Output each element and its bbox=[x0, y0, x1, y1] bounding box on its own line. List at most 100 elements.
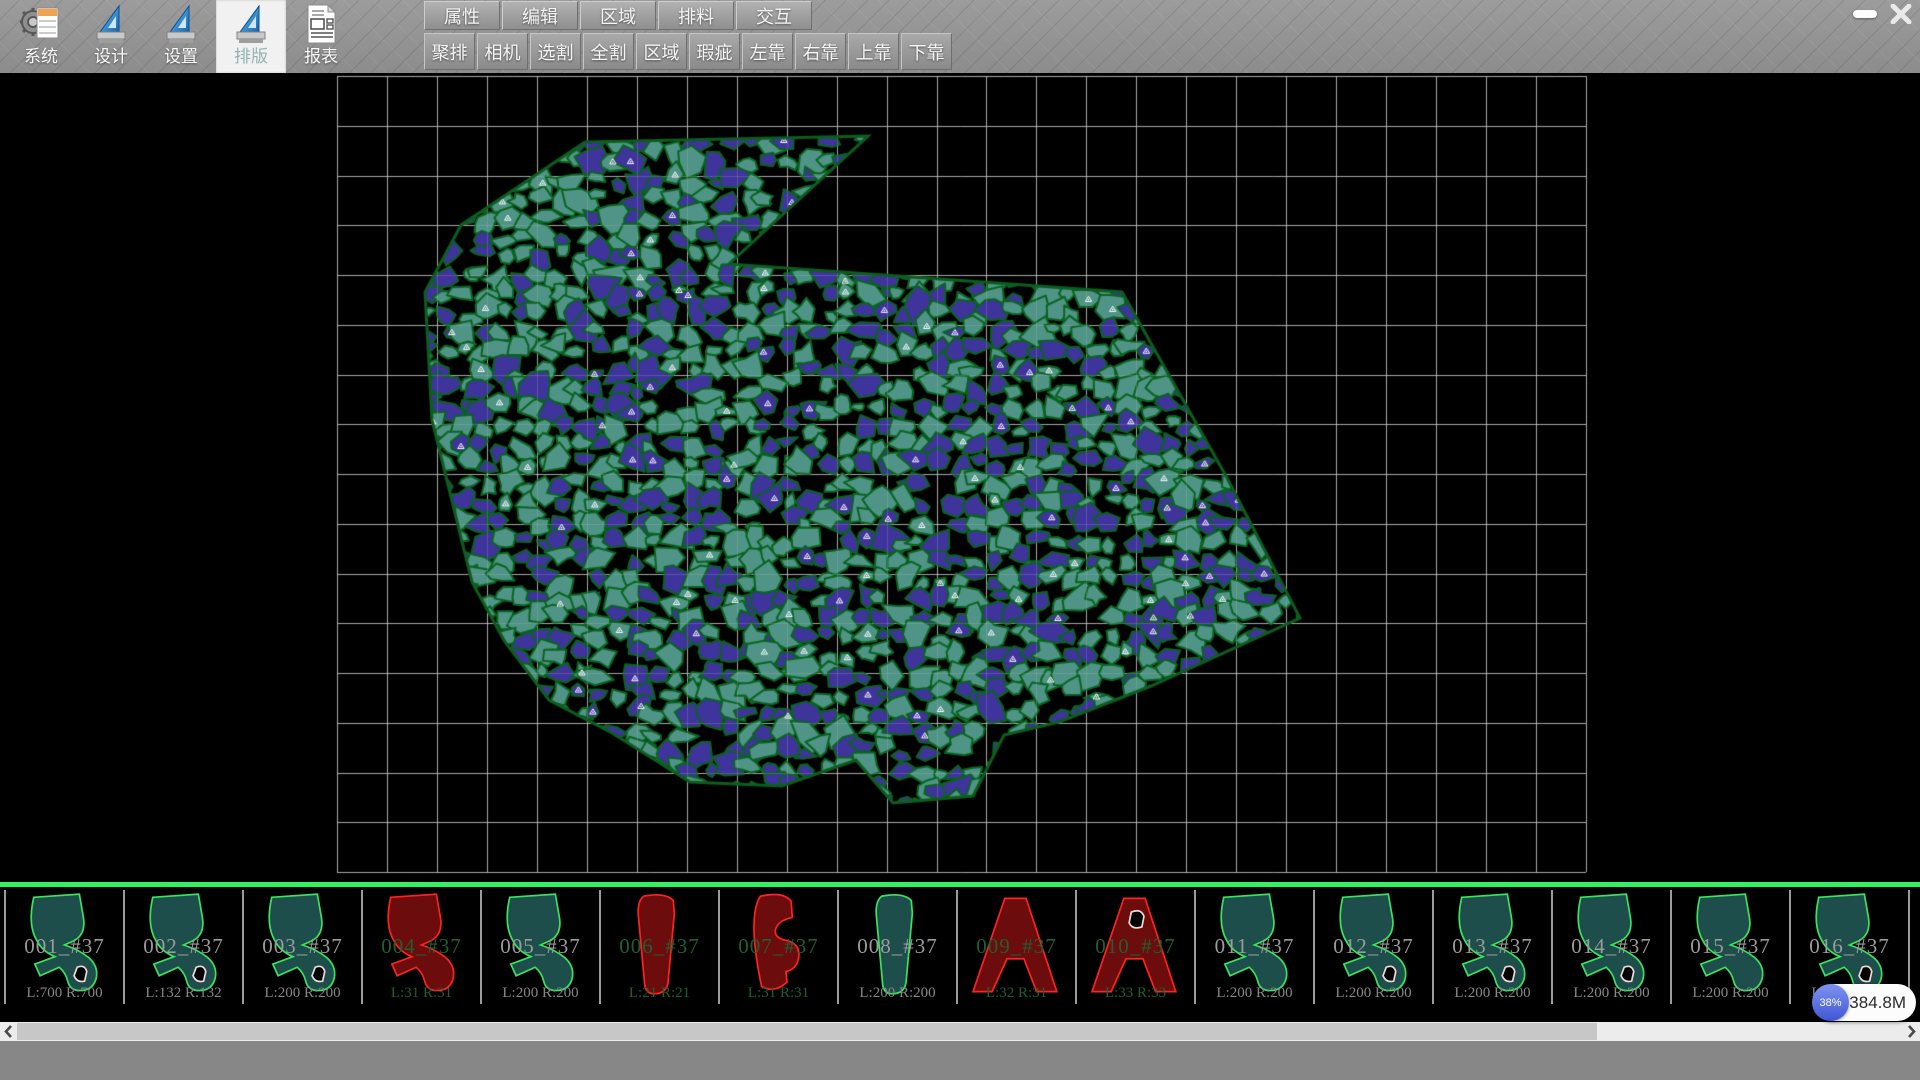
piece-thumbnail-cell-5[interactable]: 005_#37L:200 R:200 bbox=[482, 890, 601, 1004]
piece-lr-count-label: L:200 R:200 bbox=[1672, 985, 1789, 1002]
system-gear-icon bbox=[20, 2, 62, 46]
piece-lr-count-label: L:200 R:200 bbox=[1315, 985, 1432, 1002]
piece-thumbnail-cell-7[interactable]: 007_#37L:31 R:31 bbox=[720, 890, 839, 1004]
piece-lr-count-label: L:200 R:200 bbox=[482, 985, 599, 1002]
menu-item-3[interactable]: 区域 bbox=[580, 1, 656, 30]
action-button-label: 全割 bbox=[591, 39, 627, 65]
progress-badge[interactable]: 38% bbox=[1812, 984, 1849, 1021]
app-button-label: 设计 bbox=[94, 46, 128, 68]
piece-thumbnail-cell-1[interactable]: 001_#37 L:700 R:700 bbox=[4, 890, 125, 1004]
piece-lr-count-label: L:21 R:21 bbox=[601, 985, 718, 1002]
piece-thumbnail-strip: 001_#37L:700 R:700002_#37L:132 R:132003_… bbox=[0, 882, 1920, 1022]
status-bar bbox=[0, 1041, 1920, 1080]
piece-lr-count-label: L:200 R:200 bbox=[244, 985, 361, 1002]
menu-item-label: 交互 bbox=[756, 3, 792, 29]
memory-value: 384.8M bbox=[1849, 993, 1906, 1013]
menu-item-2[interactable]: 编辑 bbox=[502, 1, 578, 30]
app-button-4[interactable]: 排版 bbox=[216, 0, 286, 73]
piece-thumbnail-cell-17[interactable]: 017_#37L:200 R:200 bbox=[1910, 890, 1920, 1004]
app-button-5[interactable]: 报表 bbox=[286, 0, 356, 73]
action-button-8[interactable]: 右靠 bbox=[795, 33, 846, 70]
action-button-label: 左靠 bbox=[750, 39, 786, 65]
action-button-label: 上靠 bbox=[856, 39, 892, 65]
piece-thumbnail-cell-12[interactable]: 012_#37 L:200 R:200 bbox=[1315, 890, 1434, 1004]
piece-lr-count-label: L:700 R:700 bbox=[6, 985, 123, 1002]
piece-thumbnail-cell-14[interactable]: 014_#37L:200 R:200 bbox=[1553, 890, 1672, 1004]
action-button-2[interactable]: 相机 bbox=[477, 33, 528, 70]
action-button-1[interactable]: 聚排 bbox=[424, 33, 475, 70]
scroll-right-arrow[interactable] bbox=[1903, 1022, 1920, 1041]
piece-cells: 001_#37L:700 R:700002_#37L:132 R:132003_… bbox=[4, 890, 1920, 1004]
action-button-row: 聚排相机选割全割区域瑕疵左靠右靠上靠下靠 bbox=[424, 33, 952, 70]
action-button-5[interactable]: 区域 bbox=[636, 33, 687, 70]
piece-thumbnail-cell-9[interactable]: 009_#37L:32 R:31 bbox=[958, 890, 1077, 1004]
piece-lr-count-label: L:33 R:33 bbox=[1077, 985, 1194, 1002]
app-button-label: 设置 bbox=[164, 46, 198, 68]
nesting-canvas[interactable] bbox=[0, 73, 1920, 882]
menu-item-4[interactable]: 排料 bbox=[658, 1, 734, 30]
piece-id-label: 008_#37 bbox=[839, 934, 956, 959]
piece-lr-count-label: L:31 R:31 bbox=[720, 985, 837, 1002]
top-toolbar: 系统设计设置排版报表 属性编辑区域排料交互 聚排相机选割全割区域瑕疵左靠右靠上靠… bbox=[0, 0, 1920, 74]
piece-lr-count-label: L:200 R:200 bbox=[1434, 985, 1551, 1002]
app-button-2[interactable]: 设计 bbox=[76, 0, 146, 73]
piece-thumbnail-cell-15[interactable]: 015_#37L:200 R:200 bbox=[1672, 890, 1791, 1004]
piece-id-label: 014_#37 bbox=[1553, 934, 1670, 959]
piece-lr-count-label: L:200 R:200 bbox=[839, 985, 956, 1002]
app-mode-buttons: 系统 设计 设置排版报表 bbox=[6, 0, 356, 73]
piece-thumbnail-cell-4[interactable]: 004_#37 L:31 R:31 bbox=[363, 890, 482, 1004]
close-icon bbox=[1890, 4, 1912, 24]
action-button-10[interactable]: 下靠 bbox=[901, 33, 952, 70]
window-controls bbox=[1850, 2, 1916, 26]
menu-item-5[interactable]: 交互 bbox=[736, 1, 812, 30]
piece-thumbnail-cell-3[interactable]: 003_#37 L:200 R:200 bbox=[244, 890, 363, 1004]
app-button-label: 报表 bbox=[304, 46, 338, 68]
piece-id-label: 009_#37 bbox=[958, 934, 1075, 959]
strip-divider bbox=[0, 882, 1920, 887]
menu-item-label: 属性 bbox=[444, 3, 480, 29]
piece-thumbnail-cell-10[interactable]: 010_#37L:33 R:33 bbox=[1077, 890, 1196, 1004]
action-button-label: 区域 bbox=[644, 39, 680, 65]
piece-id-label: 004_#37 bbox=[363, 934, 480, 959]
design-setsquare-icon bbox=[90, 2, 132, 46]
action-button-3[interactable]: 选割 bbox=[530, 33, 581, 70]
action-button-6[interactable]: 瑕疵 bbox=[689, 33, 740, 70]
app-button-1[interactable]: 系统 bbox=[6, 0, 76, 73]
scrollbar-thumb[interactable] bbox=[17, 1023, 1597, 1040]
piece-lr-count-label: L:132 R:132 bbox=[125, 985, 242, 1002]
piece-id-label: 012_#37 bbox=[1315, 934, 1432, 959]
layout-setsquare-icon bbox=[230, 2, 272, 46]
piece-lr-count-label: L:200 R:200 bbox=[1196, 985, 1313, 1002]
piece-thumbnail-cell-13[interactable]: 013_#37 L:200 R:200 bbox=[1434, 890, 1553, 1004]
app-button-3[interactable]: 设置 bbox=[146, 0, 216, 73]
piece-id-label: 013_#37 bbox=[1434, 934, 1551, 959]
piece-id-label: 003_#37 bbox=[244, 934, 361, 959]
scroll-left-arrow[interactable] bbox=[0, 1022, 17, 1041]
piece-id-label: 017_#37 bbox=[1910, 934, 1920, 959]
piece-id-label: 006_#37 bbox=[601, 934, 718, 959]
action-button-label: 聚排 bbox=[432, 39, 468, 65]
action-button-label: 下靠 bbox=[909, 39, 945, 65]
minimize-button[interactable] bbox=[1850, 2, 1880, 26]
action-button-7[interactable]: 左靠 bbox=[742, 33, 793, 70]
piece-id-label: 011_#37 bbox=[1196, 934, 1313, 959]
piece-lr-count-label: L:31 R:31 bbox=[363, 985, 480, 1002]
piece-thumbnail-cell-2[interactable]: 002_#37 L:132 R:132 bbox=[125, 890, 244, 1004]
piece-thumbnail-cell-8[interactable]: 008_#37 L:200 R:200 bbox=[839, 890, 958, 1004]
app-button-label: 系统 bbox=[24, 46, 58, 68]
settings-setsquare-icon bbox=[160, 2, 202, 46]
piece-thumbnail-cell-6[interactable]: 006_#37 L:21 R:21 bbox=[601, 890, 720, 1004]
action-button-4[interactable]: 全割 bbox=[583, 33, 634, 70]
menu-item-1[interactable]: 属性 bbox=[424, 1, 500, 30]
progress-value: 38% bbox=[1819, 997, 1841, 1009]
piece-id-label: 002_#37 bbox=[125, 934, 242, 959]
action-button-label: 相机 bbox=[485, 39, 521, 65]
minimize-icon bbox=[1853, 10, 1877, 18]
horizontal-scrollbar[interactable] bbox=[0, 1022, 1920, 1041]
close-button[interactable] bbox=[1886, 2, 1916, 26]
action-button-9[interactable]: 上靠 bbox=[848, 33, 899, 70]
piece-thumbnail-cell-11[interactable]: 011_#37 L:200 R:200 bbox=[1196, 890, 1315, 1004]
menu-bar: 属性编辑区域排料交互 bbox=[424, 1, 812, 30]
piece-id-label: 001_#37 bbox=[6, 934, 123, 959]
action-button-label: 瑕疵 bbox=[697, 39, 733, 65]
